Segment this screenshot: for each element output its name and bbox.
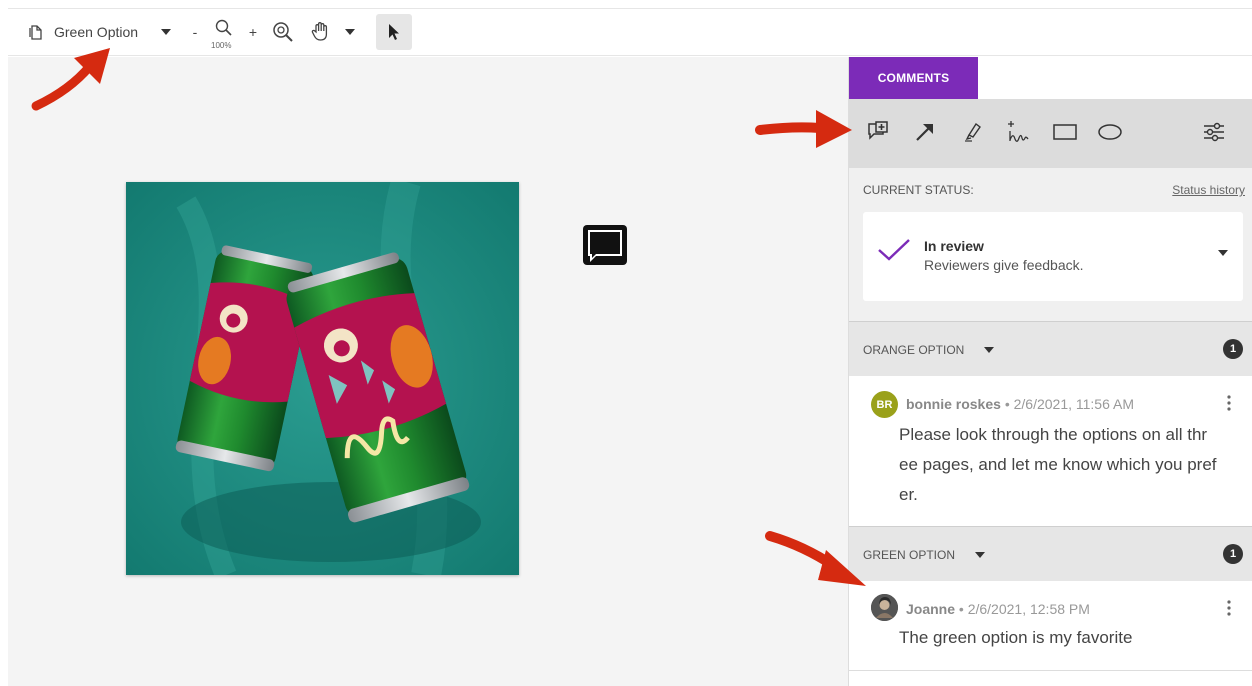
filter-settings-icon[interactable]: [1199, 117, 1229, 147]
comment-meta: Joanne • 2/6/2021, 12:58 PM: [906, 601, 1090, 617]
hand-pan-icon[interactable]: [308, 9, 334, 55]
comment-item[interactable]: BR bonnie roskes • 2/6/2021, 11:56 AM Pl…: [849, 376, 1252, 526]
comment-body: Please look through the options on all t…: [899, 425, 1217, 504]
comment-timestamp: 2/6/2021, 12:58 PM: [967, 601, 1090, 617]
red-arrow-annotation-icon: [31, 48, 110, 111]
select-tool-button[interactable]: [376, 14, 412, 50]
zoom-in-button[interactable]: +: [246, 9, 260, 55]
highlighter-icon[interactable]: [957, 117, 987, 147]
comment-body: The green option is my favorite: [899, 628, 1133, 647]
chevron-down-icon[interactable]: [1218, 250, 1228, 256]
status-title: In review: [924, 238, 984, 254]
comment-pin-icon[interactable]: [582, 224, 628, 275]
status-section: CURRENT STATUS: Status history In review…: [849, 168, 1252, 321]
comment-timestamp: 2/6/2021, 11:56 AM: [1013, 396, 1134, 412]
chevron-down-icon[interactable]: [975, 552, 985, 558]
comment-meta: bonnie roskes • 2/6/2021, 11:56 AM: [906, 396, 1134, 412]
group-title: GREEN OPTION: [863, 548, 956, 562]
group-header-orange-option[interactable]: ORANGE OPTION 1: [849, 321, 1252, 376]
more-options-icon[interactable]: [1227, 600, 1231, 616]
comment-author: bonnie roskes: [906, 396, 1001, 412]
rectangle-tool-icon[interactable]: [1050, 117, 1080, 147]
zoom-out-button[interactable]: -: [188, 9, 202, 55]
comments-panel: COMMENTS CURRENT STATUS: Status history …: [848, 57, 1252, 686]
chevron-down-icon[interactable]: [984, 347, 994, 353]
status-selector[interactable]: In review Reviewers give feedback.: [863, 212, 1243, 301]
canvas-area[interactable]: [8, 57, 848, 686]
comment-item[interactable]: Joanne • 2/6/2021, 12:58 PM The green op…: [849, 581, 1252, 671]
meta-separator: •: [1004, 396, 1010, 412]
red-arrow-annotation-icon: [755, 110, 852, 148]
hand-dropdown-caret-icon[interactable]: [342, 9, 358, 55]
cursor-arrow-icon: [389, 24, 399, 40]
top-toolbar: Green Option - 100% +: [8, 8, 1252, 56]
comment-count-badge: 1: [1223, 339, 1243, 359]
more-options-icon[interactable]: [1227, 395, 1231, 411]
meta-separator: •: [958, 601, 964, 617]
annotation-toolbar: [849, 99, 1252, 168]
avatar: [871, 594, 898, 621]
tab-comments[interactable]: COMMENTS: [849, 57, 978, 99]
zoom-level: 100%: [211, 41, 232, 50]
status-description: Reviewers give feedback.: [924, 257, 1084, 273]
freehand-draw-icon[interactable]: [1003, 117, 1033, 147]
add-comment-icon[interactable]: [864, 117, 894, 147]
page-dropdown-caret-icon[interactable]: [158, 9, 174, 55]
status-history-link[interactable]: Status history: [1172, 183, 1245, 197]
arrow-tool-icon[interactable]: [910, 117, 940, 147]
group-header-green-option[interactable]: GREEN OPTION 1: [849, 526, 1252, 581]
red-arrow-annotation-icon: [765, 531, 866, 586]
comment-count-badge: 1: [1223, 544, 1243, 564]
soda-cans-illustration: [126, 182, 519, 575]
status-heading: CURRENT STATUS:: [863, 183, 974, 197]
ellipse-tool-icon[interactable]: [1095, 117, 1125, 147]
zoom-fit-icon[interactable]: [270, 9, 296, 55]
page-name: Green Option: [54, 24, 139, 40]
checkmark-icon: [878, 239, 910, 261]
group-title: ORANGE OPTION: [863, 343, 965, 357]
artwork-image[interactable]: [126, 182, 519, 575]
comment-author: Joanne: [906, 601, 956, 617]
avatar: BR: [871, 391, 898, 418]
